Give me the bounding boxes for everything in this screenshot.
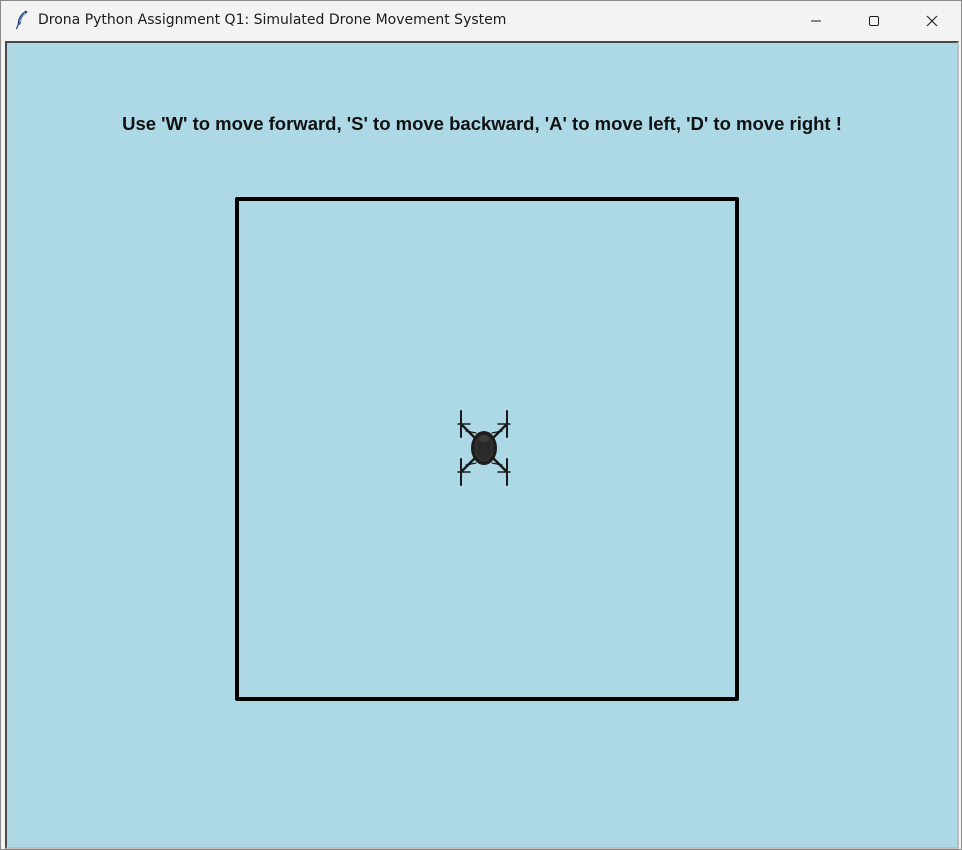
feather-icon xyxy=(15,10,28,30)
maximize-button[interactable] xyxy=(845,1,903,41)
drone-canvas[interactable]: Use 'W' to move forward, 'S' to move bac… xyxy=(5,41,959,849)
minimize-button[interactable] xyxy=(787,1,845,41)
title-bar[interactable]: Drona Python Assignment Q1: Simulated Dr… xyxy=(1,1,961,41)
maximize-icon xyxy=(869,16,879,26)
instruction-text: Use 'W' to move forward, 'S' to move bac… xyxy=(122,113,842,134)
window-title: Drona Python Assignment Q1: Simulated Dr… xyxy=(38,12,507,28)
drone-icon xyxy=(457,410,511,486)
minimize-icon xyxy=(811,20,821,22)
app-window: Drona Python Assignment Q1: Simulated Dr… xyxy=(0,0,962,850)
close-button[interactable] xyxy=(903,1,961,41)
close-icon xyxy=(926,15,938,27)
